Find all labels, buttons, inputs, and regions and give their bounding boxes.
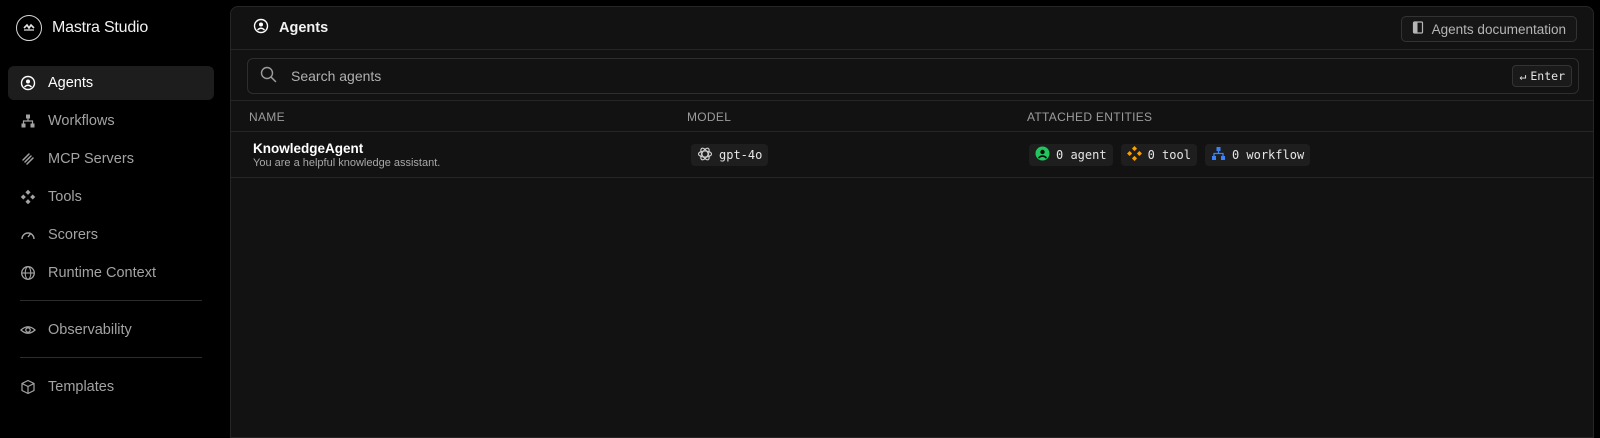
table-row[interactable]: KnowledgeAgent You are a helpful knowled… (231, 132, 1593, 178)
workflow-icon (1211, 146, 1226, 164)
workflow-icon (20, 113, 36, 129)
workflow-count-badge[interactable]: 0 workflow (1204, 144, 1311, 166)
tool-count: 0 tool (1147, 148, 1191, 162)
attached-entities: 0 agent 0 tool 0 workflow (1029, 144, 1311, 166)
book-icon (1412, 21, 1424, 37)
eye-icon (20, 322, 36, 338)
column-header-model: MODEL (687, 110, 732, 124)
column-header-attached-entities: ATTACHED ENTITIES (1027, 110, 1153, 124)
sidebar-nav: Agents Workflows MCP Servers Tools Score… (8, 66, 214, 408)
column-header-name: NAME (249, 110, 285, 124)
globe-icon (20, 265, 36, 281)
agent-name[interactable]: KnowledgeAgent (253, 141, 363, 156)
model-name: gpt-4o (719, 148, 763, 162)
sidebar-item-label: Templates (48, 379, 115, 395)
sidebar-item-label: Runtime Context (48, 265, 156, 281)
sidebar-item-observability[interactable]: Observability (8, 313, 214, 347)
tool-count-badge[interactable]: 0 tool (1120, 144, 1197, 166)
table-header: NAME MODEL ATTACHED ENTITIES (231, 101, 1593, 132)
sidebar-item-scorers[interactable]: Scorers (8, 218, 214, 252)
mcp-icon (20, 151, 36, 167)
box-icon (20, 379, 36, 395)
sidebar-item-label: Scorers (48, 227, 98, 243)
agent-count-badge[interactable]: 0 agent (1029, 144, 1113, 166)
page-title: Agents (253, 18, 328, 38)
main-panel: Agents Agents documentation ↵ Enter NAME… (230, 6, 1594, 438)
doc-button-label: Agents documentation (1431, 21, 1566, 37)
sidebar-item-templates[interactable]: Templates (8, 370, 214, 404)
sidebar-item-label: Observability (48, 322, 132, 338)
enter-label: Enter (1530, 69, 1565, 83)
model-badge: gpt-4o (691, 144, 769, 166)
tool-icon (1126, 146, 1142, 164)
search-icon (260, 66, 277, 86)
sidebar-item-runtime-context[interactable]: Runtime Context (8, 256, 214, 290)
agents-documentation-button[interactable]: Agents documentation (1400, 16, 1577, 42)
page-header: Agents Agents documentation (231, 7, 1593, 50)
page-title-text: Agents (279, 20, 329, 36)
sidebar-item-tools[interactable]: Tools (8, 180, 214, 214)
sidebar-item-agents[interactable]: Agents (8, 66, 214, 100)
agent-circle-icon (253, 18, 269, 38)
openai-icon (697, 146, 713, 165)
tools-icon (20, 189, 36, 205)
agent-description: You are a helpful knowledge assistant. (253, 157, 441, 169)
sidebar-item-workflows[interactable]: Workflows (8, 104, 214, 138)
mastra-logo-icon (16, 15, 42, 41)
sidebar-item-label: Agents (48, 75, 94, 91)
sidebar-divider (20, 357, 202, 358)
sidebar-item-label: Workflows (48, 113, 115, 129)
agent-circle-icon (20, 75, 36, 91)
search-input[interactable] (291, 68, 1391, 84)
brand[interactable]: Mastra Studio (16, 14, 148, 42)
workflow-count: 0 workflow (1231, 148, 1305, 162)
agent-count: 0 agent (1056, 148, 1107, 162)
enter-shortcut-hint: ↵ Enter (1512, 65, 1572, 87)
agent-icon (1035, 146, 1050, 164)
sidebar-item-mcp-servers[interactable]: MCP Servers (8, 142, 214, 176)
sidebar-item-label: Tools (48, 189, 82, 205)
return-icon: ↵ (1519, 69, 1527, 83)
sidebar: Mastra Studio Agents Workflows MCP Serve… (0, 0, 230, 438)
search-bar: ↵ Enter (231, 50, 1593, 101)
sidebar-item-label: MCP Servers (48, 151, 134, 167)
search-box[interactable]: ↵ Enter (247, 58, 1579, 94)
sidebar-divider (20, 300, 202, 301)
gauge-icon (20, 227, 36, 243)
app-title: Mastra Studio (52, 19, 149, 36)
